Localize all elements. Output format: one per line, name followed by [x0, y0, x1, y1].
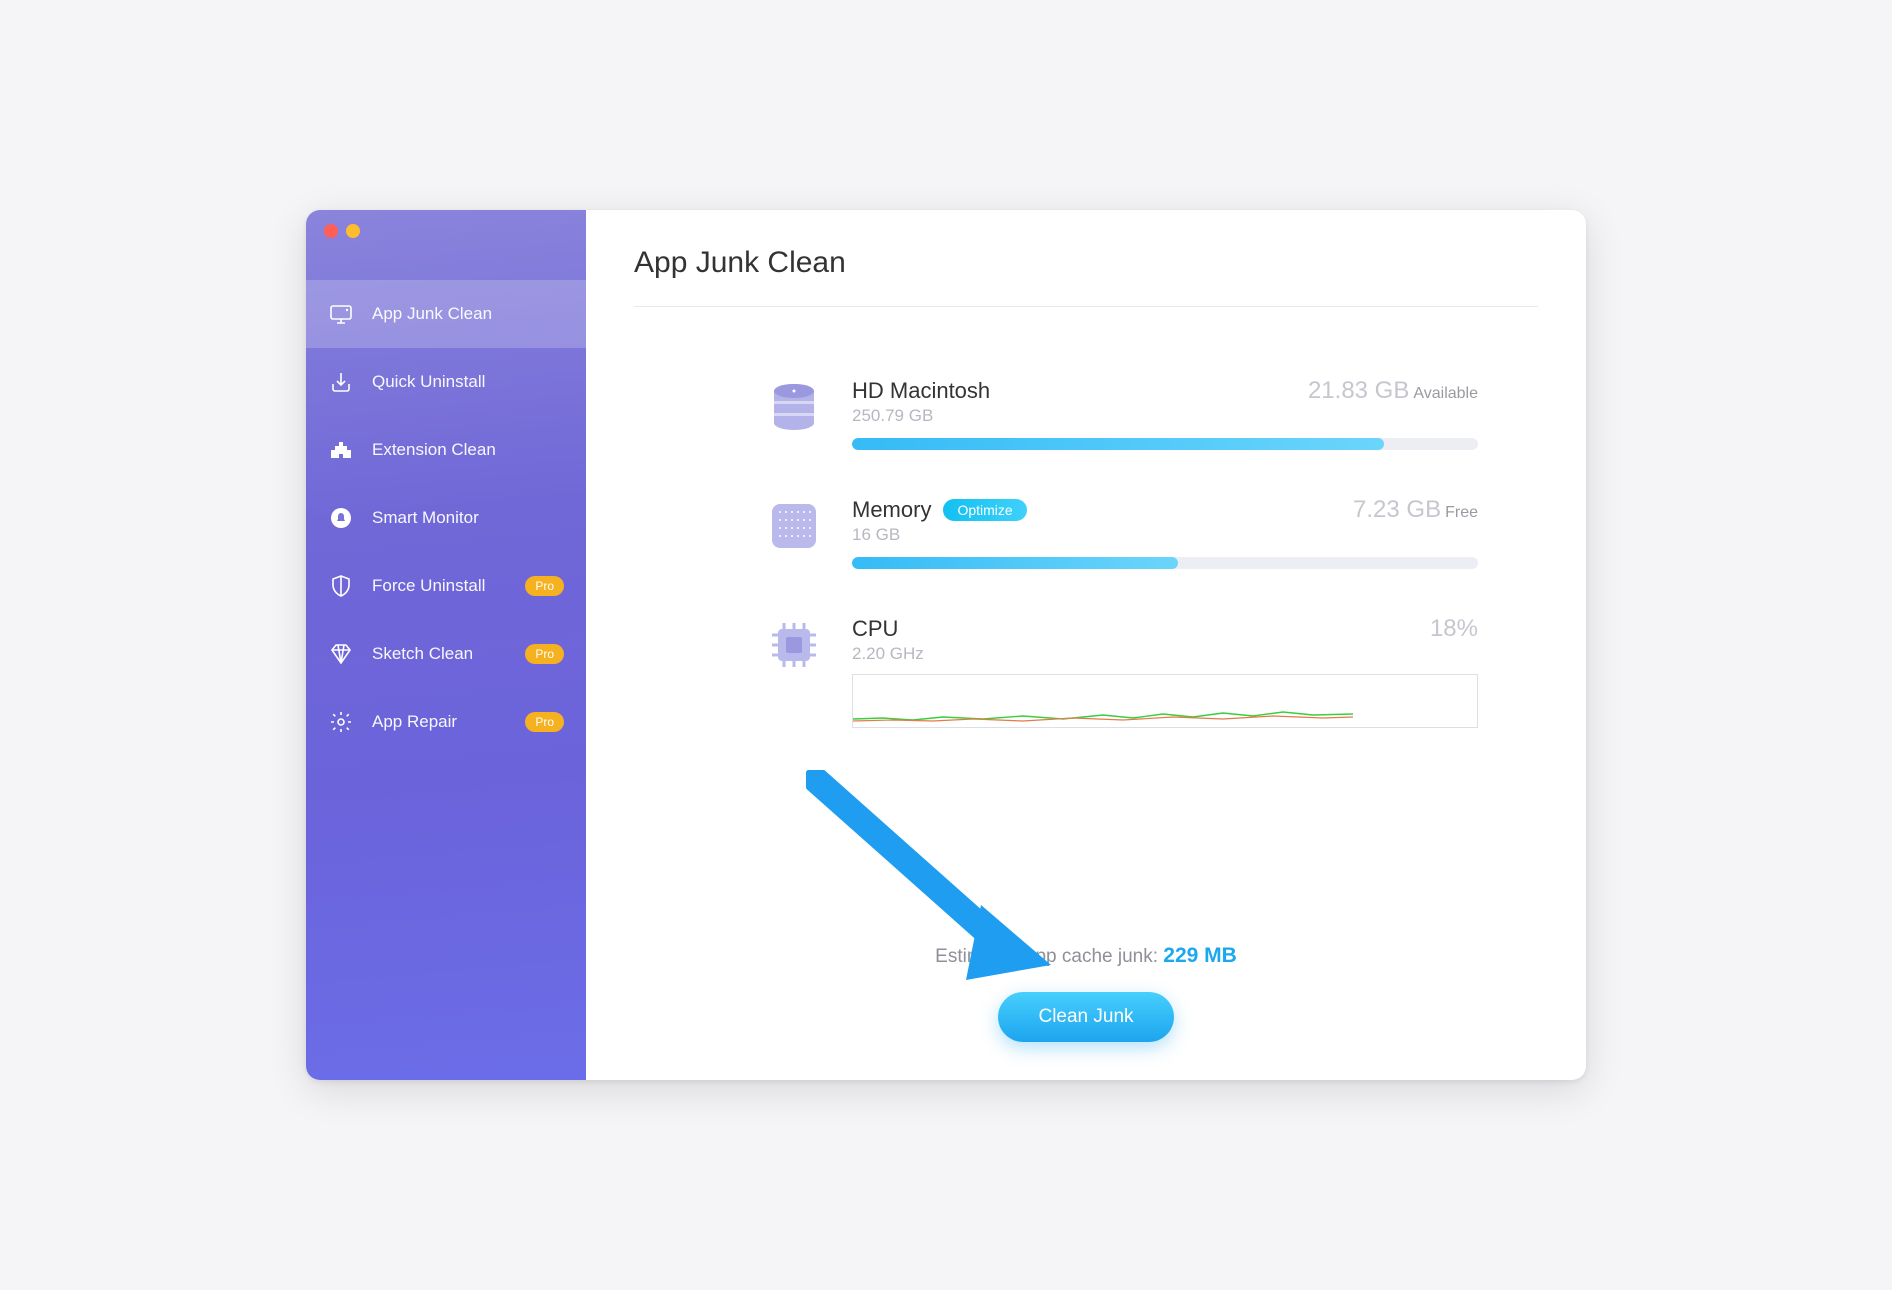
memory-free-value: 7.23 GB: [1353, 496, 1441, 523]
estimate-prefix: Estimated app cache junk:: [935, 946, 1163, 967]
disk-row: HD Macintosh 250.79 GB 21.83 GBAvailable: [764, 377, 1478, 450]
sidebar-item-label: Force Uninstall: [372, 576, 485, 596]
disk-total: 250.79 GB: [852, 406, 990, 426]
bell-icon: [328, 505, 354, 531]
disk-available: 21.83 GBAvailable: [1308, 377, 1478, 405]
footer: Estimated app cache junk: 229 MB Clean J…: [634, 944, 1538, 1052]
disk-bar: [852, 438, 1478, 450]
optimize-button[interactable]: Optimize: [943, 499, 1026, 521]
minimize-window-button[interactable]: [346, 224, 360, 238]
gear-icon: [328, 709, 354, 735]
memory-bar: [852, 557, 1478, 569]
sidebar: App Junk Clean Quick Uninstall Extension…: [306, 210, 586, 1080]
close-window-button[interactable]: [324, 224, 338, 238]
window-controls: [324, 224, 382, 238]
sidebar-item-label: Sketch Clean: [372, 644, 473, 664]
cpu-row: CPU 2.20 GHz 18%: [764, 615, 1478, 728]
memory-total: 16 GB: [852, 525, 1027, 545]
sidebar-item-app-junk-clean[interactable]: App Junk Clean: [306, 280, 586, 348]
sidebar-item-label: App Junk Clean: [372, 304, 492, 324]
cpu-freq: 2.20 GHz: [852, 644, 924, 664]
pro-badge: Pro: [525, 576, 564, 596]
sidebar-item-label: Quick Uninstall: [372, 372, 485, 392]
estimate-value: 229 MB: [1163, 944, 1237, 967]
sidebar-item-sketch-clean[interactable]: Sketch Clean Pro: [306, 620, 586, 688]
memory-icon: [764, 496, 824, 556]
page-title: App Junk Clean: [634, 246, 1538, 280]
sidebar-item-force-uninstall[interactable]: Force Uninstall Pro: [306, 552, 586, 620]
disk-available-value: 21.83 GB: [1308, 377, 1409, 404]
main-panel: App Junk Clean HD Macintosh 250.79 GB: [586, 210, 1586, 1080]
app-window: App Junk Clean Quick Uninstall Extension…: [306, 210, 1586, 1080]
sidebar-item-quick-uninstall[interactable]: Quick Uninstall: [306, 348, 586, 416]
cpu-title: CPU: [852, 616, 924, 642]
estimate-text: Estimated app cache junk: 229 MB: [634, 944, 1538, 968]
pro-badge: Pro: [525, 644, 564, 664]
disk-icon: [764, 377, 824, 437]
stats-section: HD Macintosh 250.79 GB 21.83 GBAvailable: [634, 377, 1538, 728]
shield-icon: [328, 573, 354, 599]
diamond-icon: [328, 641, 354, 667]
sidebar-item-extension-clean[interactable]: Extension Clean: [306, 416, 586, 484]
cpu-usage: 18%: [1430, 615, 1478, 643]
monitor-icon: [328, 301, 354, 327]
maximize-window-button[interactable]: [368, 224, 382, 238]
memory-free: 7.23 GBFree: [1353, 496, 1478, 524]
download-icon: [328, 369, 354, 395]
sidebar-item-app-repair[interactable]: App Repair Pro: [306, 688, 586, 756]
clean-junk-button[interactable]: Clean Junk: [998, 992, 1173, 1042]
cpu-chart: [852, 674, 1478, 728]
puzzle-icon: [328, 437, 354, 463]
sidebar-item-label: Smart Monitor: [372, 508, 479, 528]
sidebar-item-smart-monitor[interactable]: Smart Monitor: [306, 484, 586, 552]
memory-free-unit: Free: [1445, 504, 1478, 521]
sidebar-item-label: Extension Clean: [372, 440, 496, 460]
memory-row: Memory Optimize 16 GB 7.23 GBFree: [764, 496, 1478, 569]
pro-badge: Pro: [525, 712, 564, 732]
divider: [634, 306, 1538, 307]
disk-title: HD Macintosh: [852, 378, 990, 404]
disk-available-unit: Available: [1413, 385, 1478, 402]
memory-title: Memory: [852, 497, 931, 523]
cpu-icon: [764, 615, 824, 675]
sidebar-item-label: App Repair: [372, 712, 457, 732]
